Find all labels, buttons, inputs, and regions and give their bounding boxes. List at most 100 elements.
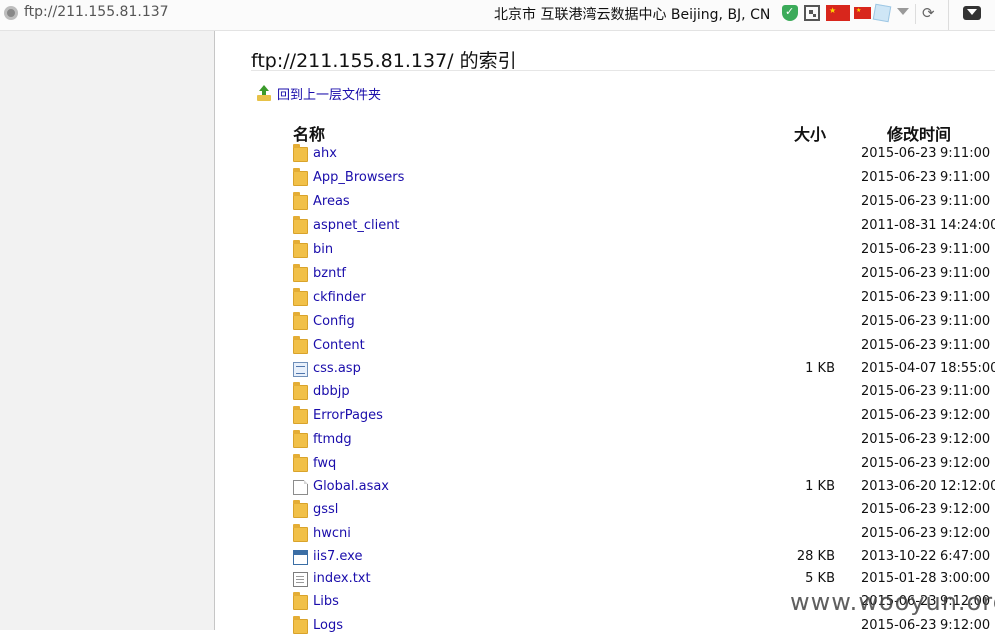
parent-folder-link[interactable]: 回到上一层文件夹 — [257, 83, 381, 103]
file-row: Config 2015-06-23 9:11:00 — [293, 312, 995, 335]
folder-icon — [293, 336, 308, 354]
file-name-link[interactable]: ckfinder — [313, 290, 366, 305]
dropdown-icon[interactable] — [897, 8, 909, 15]
file-name-link[interactable]: App_Browsers — [313, 170, 404, 185]
file-row: aspnet_client 2011-08-31 14:24:00 — [293, 216, 995, 239]
file-row: gssl 2015-06-23 9:12:00 — [293, 500, 995, 523]
toolbar-divider — [948, 0, 949, 30]
file-date: 2015-06-23 — [861, 432, 937, 447]
file-name-link[interactable]: fwq — [313, 456, 336, 471]
file-name-link[interactable]: bzntf — [313, 266, 346, 281]
folder-icon — [293, 500, 308, 518]
file-row: App_Browsers 2015-06-23 9:11:00 — [293, 168, 995, 191]
file-time: 9:12:00 — [940, 526, 991, 541]
address-bar[interactable]: ftp://211.155.81.137 — [24, 4, 169, 20]
file-time: 9:12:00 — [940, 618, 991, 633]
file-name-link[interactable]: ErrorPages — [313, 408, 383, 423]
file-time: 9:11:00 — [940, 266, 991, 281]
file-name-link[interactable]: index.txt — [313, 571, 371, 586]
file-row: ahx 2015-06-23 9:11:00 — [293, 144, 995, 167]
sidebar-panel — [0, 31, 215, 630]
file-row: hwcni 2015-06-23 9:12:00 — [293, 524, 995, 547]
file-row: css.asp 1 KB 2015-04-07 18:55:00 — [293, 360, 995, 382]
file-row: dbbjp 2015-06-23 9:11:00 — [293, 382, 995, 405]
file-name-link[interactable]: bin — [313, 242, 333, 257]
file-name-link[interactable]: Logs — [313, 618, 343, 633]
file-time: 6:47:00 — [940, 549, 991, 564]
file-date: 2015-06-23 — [861, 290, 937, 305]
folder-icon — [293, 288, 308, 306]
reload-icon[interactable]: ⟳ — [922, 5, 938, 21]
file-row: Global.asax 1 KB 2013-06-20 12:12:00 — [293, 478, 995, 500]
file-name-link[interactable]: iis7.exe — [313, 549, 362, 564]
cube-icon[interactable] — [872, 3, 892, 23]
file-time: 9:11:00 — [940, 290, 991, 305]
file-name-link[interactable]: css.asp — [313, 361, 361, 376]
file-date: 2013-10-22 — [861, 549, 937, 564]
file-row: bzntf 2015-06-23 9:11:00 — [293, 264, 995, 287]
server-location-info: 北京市 互联港湾云数据中心 Beijing, BJ, CN — [494, 7, 771, 23]
file-date: 2013-06-20 — [861, 479, 937, 494]
file-name-link[interactable]: Global.asax — [313, 479, 389, 494]
watermark: www.wooyun.org — [790, 588, 995, 616]
file-date: 2015-06-23 — [861, 408, 937, 423]
column-header-modified[interactable]: 修改时间 — [887, 121, 951, 145]
file-date: 2015-06-23 — [861, 502, 937, 517]
globe-icon — [4, 6, 18, 20]
file-row: ckfinder 2015-06-23 9:11:00 — [293, 288, 995, 311]
file-name-link[interactable]: ftmdg — [313, 432, 352, 447]
file-time: 3:00:00 — [940, 571, 991, 586]
file-time: 9:12:00 — [940, 408, 991, 423]
china-flag-small-icon[interactable] — [854, 7, 871, 19]
file-time: 9:11:00 — [940, 194, 991, 209]
file-name-link[interactable]: Areas — [313, 194, 350, 209]
file-name-link[interactable]: Config — [313, 314, 355, 329]
folder-icon — [293, 240, 308, 258]
file-name-link[interactable]: Libs — [313, 594, 339, 609]
toolbar-divider — [915, 4, 916, 24]
file-time: 9:12:00 — [940, 432, 991, 447]
menu-icon[interactable] — [963, 6, 981, 20]
folder-icon — [293, 216, 308, 234]
file-time: 9:11:00 — [940, 146, 991, 161]
file-time: 9:11:00 — [940, 170, 991, 185]
china-flag-icon[interactable] — [826, 5, 850, 21]
file-name-link[interactable]: Content — [313, 338, 365, 353]
file-row: iis7.exe 28 KB 2013-10-22 6:47:00 — [293, 548, 995, 570]
folder-icon — [293, 168, 308, 186]
folder-icon — [293, 592, 308, 610]
file-time: 9:11:00 — [940, 314, 991, 329]
file-name-link[interactable]: aspnet_client — [313, 218, 400, 233]
column-header-name[interactable]: 名称 — [293, 121, 325, 145]
up-folder-icon — [257, 85, 271, 101]
file-row: Logs 2015-06-23 9:12:00 — [293, 616, 995, 639]
file-date: 2015-04-07 — [861, 361, 937, 376]
file-time: 9:12:00 — [940, 456, 991, 471]
file-date: 2015-06-23 — [861, 146, 937, 161]
parent-folder-label[interactable]: 回到上一层文件夹 — [277, 84, 381, 103]
folder-icon — [293, 382, 308, 400]
file-date: 2015-06-23 — [861, 618, 937, 633]
file-date: 2011-08-31 — [861, 218, 937, 233]
file-row: fwq 2015-06-23 9:12:00 — [293, 454, 995, 477]
file-row: ErrorPages 2015-06-23 9:12:00 — [293, 406, 995, 429]
file-date: 2015-06-23 — [861, 242, 937, 257]
file-name-link[interactable]: ahx — [313, 146, 337, 161]
folder-icon — [293, 312, 308, 330]
column-header-size[interactable]: 大小 — [794, 121, 826, 145]
file-date: 2015-06-23 — [861, 194, 937, 209]
file-size: 1 KB — [805, 361, 835, 376]
file-name-link[interactable]: dbbjp — [313, 384, 350, 399]
file-row: Areas 2015-06-23 9:11:00 — [293, 192, 995, 215]
asp-icon — [293, 362, 308, 377]
shield-icon[interactable] — [782, 5, 798, 21]
file-date: 2015-06-23 — [861, 338, 937, 353]
folder-icon — [293, 264, 308, 282]
file-row: ftmdg 2015-06-23 9:12:00 — [293, 430, 995, 453]
qr-code-icon[interactable] — [804, 5, 820, 21]
file-name-link[interactable]: gssl — [313, 502, 338, 517]
file-name-link[interactable]: hwcni — [313, 526, 351, 541]
file-date: 2015-06-23 — [861, 266, 937, 281]
file-time: 9:12:00 — [940, 502, 991, 517]
browser-toolbar: ftp://211.155.81.137 北京市 互联港湾云数据中心 Beiji… — [0, 0, 995, 31]
